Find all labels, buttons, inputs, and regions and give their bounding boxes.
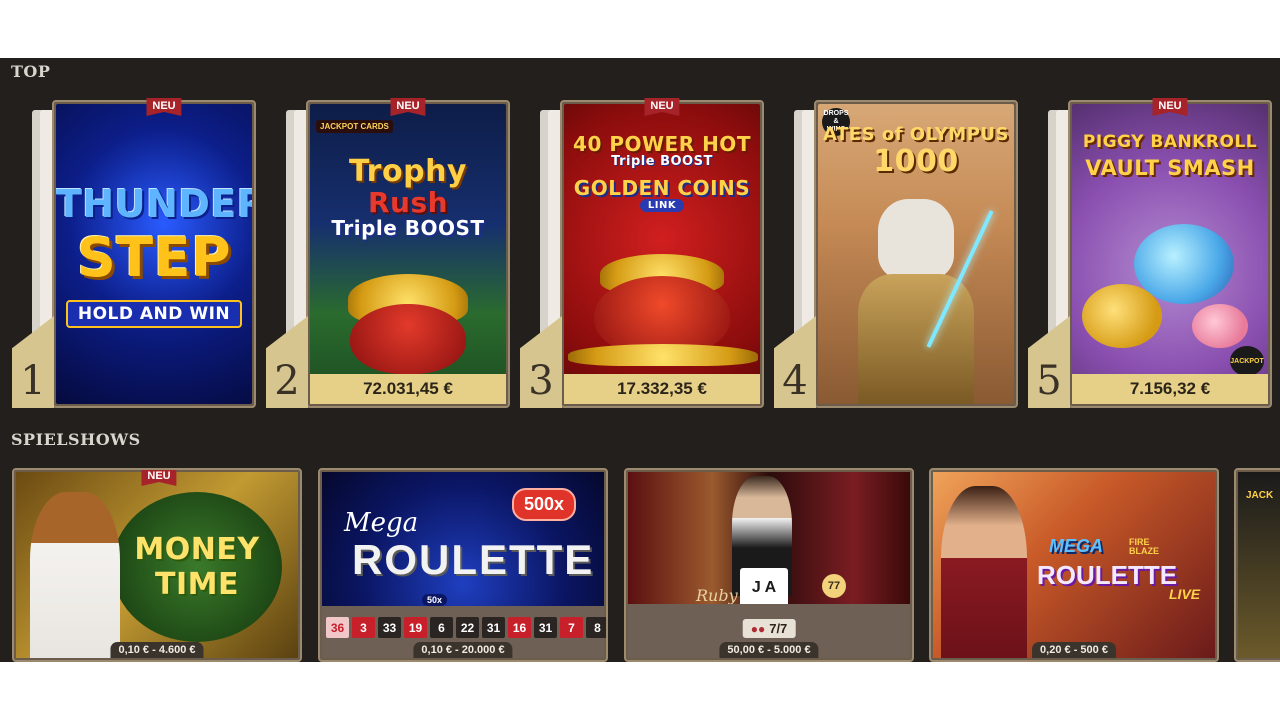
zeus-body bbox=[858, 274, 974, 404]
show-title: ROULETTE bbox=[352, 536, 595, 583]
result-number: 31 bbox=[482, 617, 505, 638]
show-mega-roulette[interactable]: 500x Mega ROULETTE 50x 36 3 33 19 6 22 3… bbox=[318, 468, 608, 662]
game-artwork: DROPS & WINS ATES of OLYMPUS 1000 bbox=[818, 104, 1014, 404]
result-number: 36 bbox=[326, 617, 349, 638]
result-number: 19 bbox=[404, 617, 427, 638]
bet-limits: 0,10 € - 4.600 € bbox=[110, 642, 204, 658]
game-title: Triple BOOST bbox=[611, 154, 713, 169]
game-title: STEP bbox=[76, 226, 232, 289]
host-figure bbox=[941, 486, 1027, 658]
seat-counter: ●● 7/7 bbox=[742, 619, 796, 638]
result-number: 7 bbox=[560, 617, 583, 638]
gold-piggy bbox=[1082, 284, 1162, 348]
game-subtitle: GOLDEN COINS bbox=[573, 176, 751, 200]
seats-value: 7/7 bbox=[769, 621, 788, 636]
top-game-1[interactable]: THUNDER STEP HOLD AND WIN 1 NEU bbox=[12, 98, 262, 408]
live-label: LIVE bbox=[1169, 586, 1201, 602]
sub-multiplier: 50x bbox=[422, 594, 448, 606]
game-title: 1000 bbox=[873, 144, 959, 179]
trophy-cup bbox=[350, 304, 466, 374]
result-number: 33 bbox=[378, 617, 401, 638]
multiplier-badge: 500x bbox=[511, 488, 576, 521]
game-title: Trophy bbox=[349, 154, 467, 189]
show-blackjack-ruby[interactable]: Ruby J A 77 ●● 7/7 50,00 € - 5.000 € bbox=[624, 468, 914, 662]
show-artwork: MONEY TIME bbox=[16, 472, 298, 658]
show-money-time[interactable]: MONEY TIME NEU 0,10 € - 4.600 € bbox=[12, 468, 302, 662]
fire-blaze-label: FIRE BLAZE bbox=[1129, 537, 1159, 556]
game-tile[interactable]: 40 POWER HOT Triple BOOST GOLDEN COINS L… bbox=[560, 100, 764, 408]
game-subtitle: Triple BOOST bbox=[331, 216, 485, 240]
show-artwork: MEGA FIRE BLAZE ROULETTE LIVE bbox=[933, 472, 1215, 658]
game-subtitle: HOLD AND WIN bbox=[56, 300, 252, 328]
game-artwork: 40 POWER HOT Triple BOOST GOLDEN COINS L… bbox=[564, 104, 760, 404]
bet-limits: 50,00 € - 5.000 € bbox=[719, 642, 819, 658]
game-tile[interactable]: JACKPOT CARDS Trophy Rush Triple BOOST 7… bbox=[306, 100, 510, 408]
result-number: 31 bbox=[534, 617, 557, 638]
game-title: ATES of OLYMPUS bbox=[823, 124, 1009, 145]
game-artwork: THUNDER STEP HOLD AND WIN bbox=[56, 104, 252, 404]
show-title: ROULETTE bbox=[1037, 560, 1178, 590]
game-title: VAULT SMASH bbox=[1085, 156, 1255, 180]
zeus-head bbox=[878, 199, 954, 279]
jackpot-amount: 17.332,35 € bbox=[564, 374, 760, 404]
players-icon: ●● bbox=[750, 621, 766, 636]
game-tile[interactable]: DROPS & WINS ATES of OLYMPUS 1000 bbox=[814, 100, 1018, 408]
show-partial[interactable]: JACK bbox=[1234, 468, 1280, 662]
game-tile[interactable]: THUNDER STEP HOLD AND WIN bbox=[52, 100, 256, 408]
bet-limits: 0,20 € - 500 € bbox=[1032, 642, 1116, 658]
hold-and-win-badge: HOLD AND WIN bbox=[65, 300, 243, 328]
roulette-results: 36 3 33 19 6 22 31 16 31 7 8 bbox=[326, 617, 606, 638]
result-number: 8 bbox=[586, 617, 606, 638]
jackpot-amount: 72.031,45 € bbox=[310, 374, 506, 404]
jackpot-cards-logo: JACKPOT CARDS bbox=[316, 120, 393, 133]
section-title-spielshows: SPIELSHOWS bbox=[11, 430, 141, 449]
pink-piggy bbox=[1192, 304, 1248, 348]
show-title: MEGA bbox=[1049, 536, 1103, 556]
show-artwork: JACK bbox=[1238, 472, 1280, 658]
lobby-area: TOP THUNDER STEP HOLD AND WIN 1 NEU JACK… bbox=[0, 58, 1280, 662]
game-title: THUNDER bbox=[56, 182, 252, 226]
game-tile[interactable]: PIGGY BANKROLL VAULT SMASH JACKPOT 7.156… bbox=[1068, 100, 1272, 408]
show-mega-fire-blaze-roulette[interactable]: MEGA FIRE BLAZE ROULETTE LIVE 0,20 € - 5… bbox=[929, 468, 1219, 662]
result-number: 3 bbox=[352, 617, 375, 638]
playing-cards: J A bbox=[740, 568, 788, 608]
link-badge: LINK bbox=[564, 199, 760, 212]
jackpot-amount: 7.156,32 € bbox=[1072, 374, 1268, 404]
gold-coins-pile bbox=[568, 344, 758, 366]
game-title: PIGGY BANKROLL bbox=[1082, 132, 1258, 152]
table-name: Ruby bbox=[696, 586, 738, 605]
show-title: MONEY TIME bbox=[134, 532, 260, 602]
game-title: 40 POWER HOT bbox=[573, 132, 751, 156]
top-game-3[interactable]: 40 POWER HOT Triple BOOST GOLDEN COINS L… bbox=[520, 98, 770, 408]
top-game-5[interactable]: PIGGY BANKROLL VAULT SMASH JACKPOT 7.156… bbox=[1028, 98, 1278, 408]
game-title: Rush bbox=[367, 186, 449, 219]
hand-count: 77 bbox=[822, 574, 846, 598]
section-title-top: TOP bbox=[11, 62, 51, 81]
bet-limits: 0,10 € - 20.000 € bbox=[413, 642, 513, 658]
result-number: 6 bbox=[430, 617, 453, 638]
top-game-2[interactable]: JACKPOT CARDS Trophy Rush Triple BOOST 7… bbox=[266, 98, 516, 408]
jackpot-logo: JACKPOT bbox=[1230, 346, 1264, 376]
jackpot-logo: JACK bbox=[1246, 490, 1274, 501]
link-label: LINK bbox=[639, 199, 685, 212]
top-game-4[interactable]: DROPS & WINS ATES of OLYMPUS 1000 4 bbox=[774, 100, 1024, 408]
game-artwork: JACKPOT CARDS Trophy Rush Triple BOOST bbox=[310, 104, 506, 404]
result-number: 22 bbox=[456, 617, 479, 638]
game-artwork: PIGGY BANKROLL VAULT SMASH JACKPOT bbox=[1072, 104, 1268, 404]
result-number: 16 bbox=[508, 617, 531, 638]
show-title: Mega bbox=[344, 508, 419, 538]
